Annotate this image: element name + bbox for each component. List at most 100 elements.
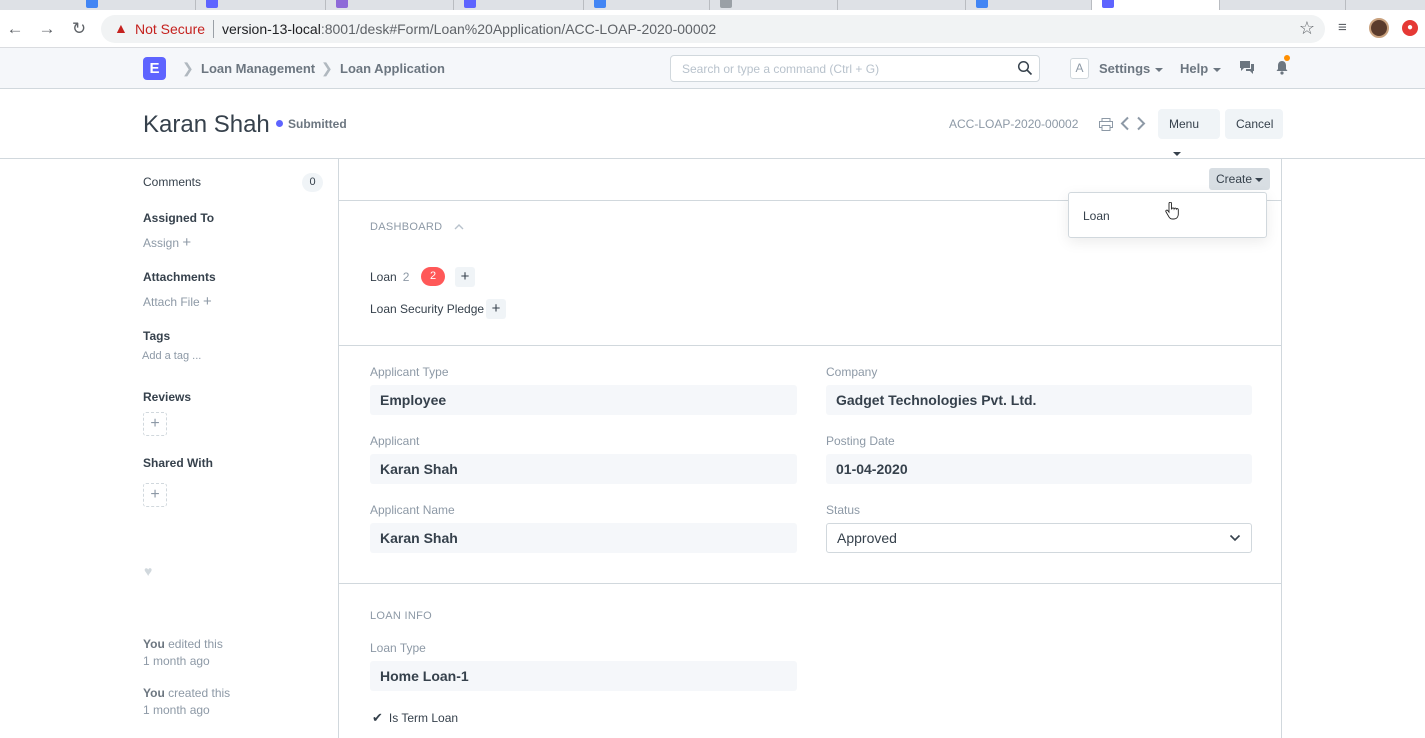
- activity-time: 1 month ago: [143, 654, 210, 668]
- browser-tab[interactable]: [76, 0, 196, 10]
- applicant-name-label: Applicant Name: [370, 503, 455, 517]
- loan-type-field[interactable]: Home Loan-1: [370, 661, 797, 691]
- caret-down-icon: [1255, 177, 1264, 182]
- url-host: version-13-local: [222, 21, 321, 37]
- extension-icon[interactable]: ●: [1402, 20, 1418, 36]
- attach-file-link[interactable]: Attach File +: [143, 293, 212, 310]
- reload-icon[interactable]: ↻: [67, 17, 91, 41]
- assign-link[interactable]: Assign +: [143, 234, 191, 251]
- browser-tab[interactable]: [710, 0, 838, 10]
- chevron-down-icon: [1229, 534, 1241, 542]
- tab-favicon-icon: [594, 0, 606, 8]
- cancel-button[interactable]: Cancel: [1225, 109, 1283, 139]
- breadcrumb-loan-management[interactable]: Loan Management: [201, 61, 315, 76]
- notification-bell-icon[interactable]: [1275, 60, 1289, 75]
- is-term-loan-checkbox[interactable]: ✔ Is Term Loan: [372, 710, 458, 726]
- chat-icon[interactable]: [1239, 60, 1255, 75]
- browser-tab[interactable]: [838, 0, 966, 10]
- app-logo[interactable]: E: [143, 57, 166, 80]
- caret-down-icon: [1173, 151, 1181, 156]
- app-navbar: E ❯ Loan Management ❯ Loan Application S…: [0, 48, 1425, 89]
- posting-date-field[interactable]: 01-04-2020: [826, 454, 1252, 484]
- form-main: Create Loan DASHBOARD Loan 2 2 + Loan Sec…: [338, 159, 1282, 738]
- tab-favicon-icon: [464, 0, 476, 8]
- create-label: Create: [1216, 172, 1253, 186]
- address-bar[interactable]: ▲ Not Secure version-13-local:8001/desk#…: [101, 15, 1325, 43]
- forward-arrow-icon[interactable]: →: [35, 17, 59, 41]
- checkmark-icon: ✔: [372, 710, 383, 725]
- add-share-button[interactable]: +: [143, 483, 167, 507]
- tags-heading: Tags: [143, 329, 171, 343]
- previous-doc-icon[interactable]: [1120, 116, 1130, 131]
- notification-dot: [1284, 55, 1290, 61]
- status-value: Approved: [837, 530, 897, 546]
- add-tag-input[interactable]: Add a tag ...: [142, 350, 201, 362]
- search-icon: [1017, 60, 1033, 76]
- create-button[interactable]: Create: [1209, 168, 1271, 190]
- browser-tab[interactable]: [584, 0, 710, 10]
- dashboard-link-loan-security-pledge[interactable]: Loan Security Pledge: [370, 302, 484, 316]
- url-text: version-13-local:8001/desk#Form/Loan%20A…: [222, 21, 716, 37]
- tab-favicon-icon: [206, 0, 218, 8]
- activity-action: edited this: [168, 637, 223, 651]
- dashboard-link-loan[interactable]: Loan 2: [370, 270, 409, 284]
- activity-user: You: [143, 637, 165, 651]
- applicant-type-label: Applicant Type: [370, 365, 449, 379]
- help-dropdown[interactable]: Help: [1180, 61, 1222, 76]
- form-sidebar: Comments 0 Assigned To Assign + Attachme…: [142, 160, 333, 738]
- activity-time: 1 month ago: [143, 703, 210, 717]
- applicant-name-field[interactable]: Karan Shah: [370, 523, 797, 553]
- print-icon[interactable]: [1099, 118, 1113, 131]
- tab-favicon-icon: [336, 0, 348, 8]
- add-loan-security-pledge-button[interactable]: +: [486, 299, 506, 319]
- warning-icon: ▲: [114, 20, 128, 36]
- plus-icon: +: [182, 234, 192, 251]
- comments-link[interactable]: Comments: [143, 175, 201, 189]
- security-label: Not Secure: [135, 21, 206, 37]
- browser-tab[interactable]: [326, 0, 454, 10]
- company-label: Company: [826, 365, 878, 379]
- applicant-label: Applicant: [370, 434, 420, 448]
- is-term-loan-label: Is Term Loan: [388, 711, 459, 725]
- menu-button[interactable]: Menu: [1158, 109, 1220, 156]
- user-avatar[interactable]: A: [1070, 58, 1089, 79]
- hand-cursor-icon: [1165, 202, 1179, 220]
- help-label: Help: [1180, 61, 1209, 76]
- address-divider: [213, 20, 214, 38]
- settings-dropdown[interactable]: Settings: [1099, 61, 1164, 76]
- dashboard-link-label: Loan: [370, 270, 397, 284]
- applicant-field[interactable]: Karan Shah: [370, 454, 797, 484]
- status-select[interactable]: Approved: [826, 523, 1252, 553]
- dashboard-heading[interactable]: DASHBOARD: [370, 221, 442, 233]
- open-count-badge[interactable]: 2: [421, 267, 445, 286]
- browser-tab[interactable]: [1220, 0, 1346, 10]
- caret-down-icon: [1155, 67, 1164, 72]
- chevron-up-icon[interactable]: [454, 223, 464, 230]
- loan-type-label: Loan Type: [370, 641, 426, 655]
- profile-avatar[interactable]: [1369, 18, 1389, 38]
- browser-tab[interactable]: [966, 0, 1092, 10]
- activity-item: You created this 1 month ago: [143, 685, 230, 719]
- add-loan-button[interactable]: +: [455, 267, 475, 287]
- url-path: :8001/desk#Form/Loan%20Application/ACC-L…: [320, 21, 717, 37]
- back-arrow-icon[interactable]: ←: [3, 17, 27, 41]
- bookmark-star-icon[interactable]: ☆: [1299, 18, 1315, 39]
- heart-icon[interactable]: ♥: [144, 563, 152, 579]
- reviews-heading: Reviews: [143, 390, 192, 404]
- applicant-type-field[interactable]: Employee: [370, 385, 797, 415]
- create-menu-item-loan[interactable]: Loan: [1083, 209, 1110, 223]
- assign-label: Assign: [143, 236, 180, 250]
- chevron-right-icon: ❯: [182, 60, 194, 76]
- search-input[interactable]: Search or type a command (Ctrl + G): [670, 55, 1040, 82]
- breadcrumb-loan-application[interactable]: Loan Application: [340, 61, 445, 76]
- next-doc-icon[interactable]: [1136, 116, 1146, 131]
- tab-favicon-icon: [1102, 0, 1114, 8]
- browser-tab[interactable]: [196, 0, 326, 10]
- add-review-button[interactable]: +: [143, 412, 167, 436]
- tab-favicon-icon: [720, 0, 732, 8]
- browser-tab-active[interactable]: [1092, 0, 1220, 10]
- reading-list-icon[interactable]: ≡: [1338, 19, 1347, 36]
- company-field[interactable]: Gadget Technologies Pvt. Ltd.: [826, 385, 1252, 415]
- posting-date-label: Posting Date: [826, 434, 895, 448]
- browser-tab[interactable]: [454, 0, 584, 10]
